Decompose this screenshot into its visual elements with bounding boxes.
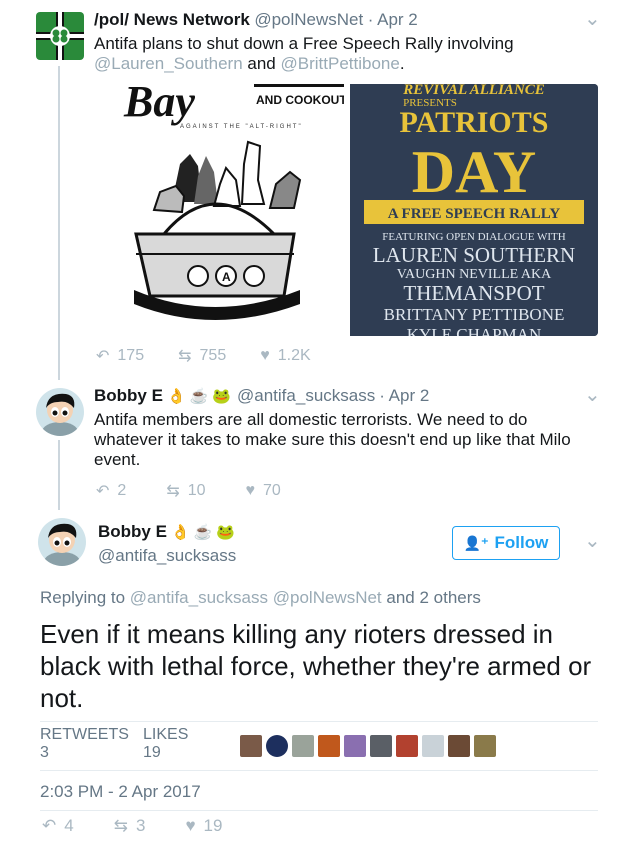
author-name[interactable]: /pol/ News Network xyxy=(94,10,250,29)
tweet-text: Antifa plans to shut down a Free Speech … xyxy=(94,34,514,73)
liker-avatar[interactable] xyxy=(474,735,496,757)
chevron-down-icon[interactable]: ⌄ xyxy=(584,528,601,553)
chevron-down-icon[interactable]: ⌄ xyxy=(584,6,601,31)
replying-to: Replying to @antifa_sucksass @polNewsNet… xyxy=(40,588,481,607)
retweet-icon: ⇆ xyxy=(166,483,180,500)
mention-link[interactable]: @Lauren_Southern xyxy=(94,54,243,73)
reply-icon: ↶ xyxy=(42,816,57,835)
poster-line5: KYLE CHAPMAN xyxy=(407,325,542,336)
thread-line xyxy=(58,440,60,510)
heart-icon: ♥ xyxy=(245,482,256,499)
like-button[interactable]: ♥ 70 xyxy=(246,482,281,500)
others-link[interactable]: and 2 others xyxy=(386,588,481,607)
avatar-bobby[interactable] xyxy=(38,518,86,566)
reply-button[interactable]: ↶ 175 xyxy=(96,346,144,366)
tweet-image-left[interactable]: Bay AND COOKOUT AGAINST THE "ALT-RIGHT" … xyxy=(94,84,344,336)
tweet-actions: ↶ 4 ⇆ 3 ♥ 19 xyxy=(42,816,256,836)
divider xyxy=(40,721,598,722)
poster-bay-text: Bay xyxy=(123,84,195,126)
poster-org-text: REVIVAL ALLIANCE xyxy=(402,84,545,98)
cup-emoji: ☕ xyxy=(189,388,209,405)
retweet-icon: ⇆ xyxy=(178,348,192,365)
cup-emoji: ☕ xyxy=(193,524,213,541)
liker-avatar[interactable] xyxy=(370,735,392,757)
poster-day-text: DAY xyxy=(412,139,536,205)
poster-line2: VAUGHN NEVILLE AKA xyxy=(397,267,552,282)
author-handle[interactable]: @antifa_sucksass xyxy=(237,386,375,406)
tweet-time[interactable]: · Apr 2 xyxy=(379,386,429,406)
heart-icon: ♥ xyxy=(260,347,270,364)
likes-stat[interactable]: LIKES 19 xyxy=(143,726,188,762)
author-name[interactable]: Bobby E xyxy=(94,386,163,406)
retweets-stat[interactable]: RETWEETS 3 xyxy=(40,726,129,762)
author-handle[interactable]: @polNewsNet xyxy=(254,10,363,29)
divider xyxy=(40,770,598,771)
mention-link[interactable]: @antifa_sucksass xyxy=(130,588,268,607)
liker-avatar[interactable] xyxy=(422,735,444,757)
retweet-button[interactable]: ⇆ 3 xyxy=(114,816,146,836)
liker-avatar[interactable] xyxy=(344,735,366,757)
follow-person-icon: 👤⁺ xyxy=(463,534,489,551)
frog-emoji: 🐸 xyxy=(216,524,236,541)
chevron-down-icon[interactable]: ⌄ xyxy=(584,382,601,407)
ok-hand-emoji: 👌 xyxy=(166,388,186,405)
poster-line4: BRITTANY PETTIBONE xyxy=(384,305,565,324)
reply-icon: ↶ xyxy=(96,483,110,500)
tweet-timestamp[interactable]: 2:03 PM - 2 Apr 2017 xyxy=(40,782,201,802)
like-button[interactable]: ♥ 19 xyxy=(185,816,222,836)
poster-against-text: AGAINST THE "ALT-RIGHT" xyxy=(180,124,303,130)
follow-button[interactable]: 👤⁺ Follow xyxy=(452,526,560,560)
thread-line xyxy=(58,66,60,380)
frog-emoji: 🐸 xyxy=(212,388,232,405)
liker-avatar[interactable] xyxy=(240,735,262,757)
heart-icon: ♥ xyxy=(185,816,196,835)
tweet-actions: ↶ 175 ⇆ 755 ♥ 1.2K xyxy=(96,346,345,366)
retweet-icon: ⇆ xyxy=(113,816,128,835)
poster-patriots-text: PATRIOTS xyxy=(400,106,549,139)
avatar-bobby[interactable] xyxy=(36,388,84,436)
tweet-actions: ↶ 2 ⇆ 10 ♥ 70 xyxy=(96,481,315,501)
tweet-text: Antifa members are all domestic terroris… xyxy=(94,410,571,469)
liker-avatar[interactable] xyxy=(292,735,314,757)
retweet-button[interactable]: ⇆ 755 xyxy=(178,346,226,366)
poster-line3: THEMANSPOT xyxy=(403,281,544,305)
mention-link[interactable]: @polNewsNet xyxy=(273,588,382,607)
author-handle[interactable]: @antifa_sucksass xyxy=(98,546,236,566)
retweet-button[interactable]: ⇆ 10 xyxy=(166,481,205,501)
tweet-image-right[interactable]: REVIVAL ALLIANCE PRESENTS PATRIOTS DAY A… xyxy=(350,84,598,336)
poster-line1: LAUREN SOUTHERN xyxy=(373,243,575,267)
like-button[interactable]: ♥ 1.2K xyxy=(260,347,310,365)
liker-avatar[interactable] xyxy=(396,735,418,757)
poster-featuring-text: FEATURING OPEN DIALOGUE WITH xyxy=(382,231,565,243)
svg-text:A: A xyxy=(222,270,231,284)
poster-banner-text: A FREE SPEECH RALLY xyxy=(388,206,561,222)
liker-avatar[interactable] xyxy=(266,735,288,757)
liker-avatar[interactable] xyxy=(318,735,340,757)
tweet-text-large: Even if it means killing any rioters dre… xyxy=(40,619,592,713)
ok-hand-emoji: 👌 xyxy=(170,524,190,541)
poster-cookout-text: AND COOKOUT xyxy=(256,93,344,107)
tweet-time[interactable]: · Apr 2 xyxy=(368,10,418,29)
reply-button[interactable]: ↶ 4 xyxy=(42,816,74,836)
reply-icon: ↶ xyxy=(96,348,110,365)
reply-button[interactable]: ↶ 2 xyxy=(96,481,126,501)
divider xyxy=(40,810,598,811)
liker-avatar[interactable] xyxy=(448,735,470,757)
author-name[interactable]: Bobby E xyxy=(98,522,167,542)
mention-link[interactable]: @BrittPettibone xyxy=(281,54,400,73)
avatar-polnews[interactable] xyxy=(36,12,84,60)
